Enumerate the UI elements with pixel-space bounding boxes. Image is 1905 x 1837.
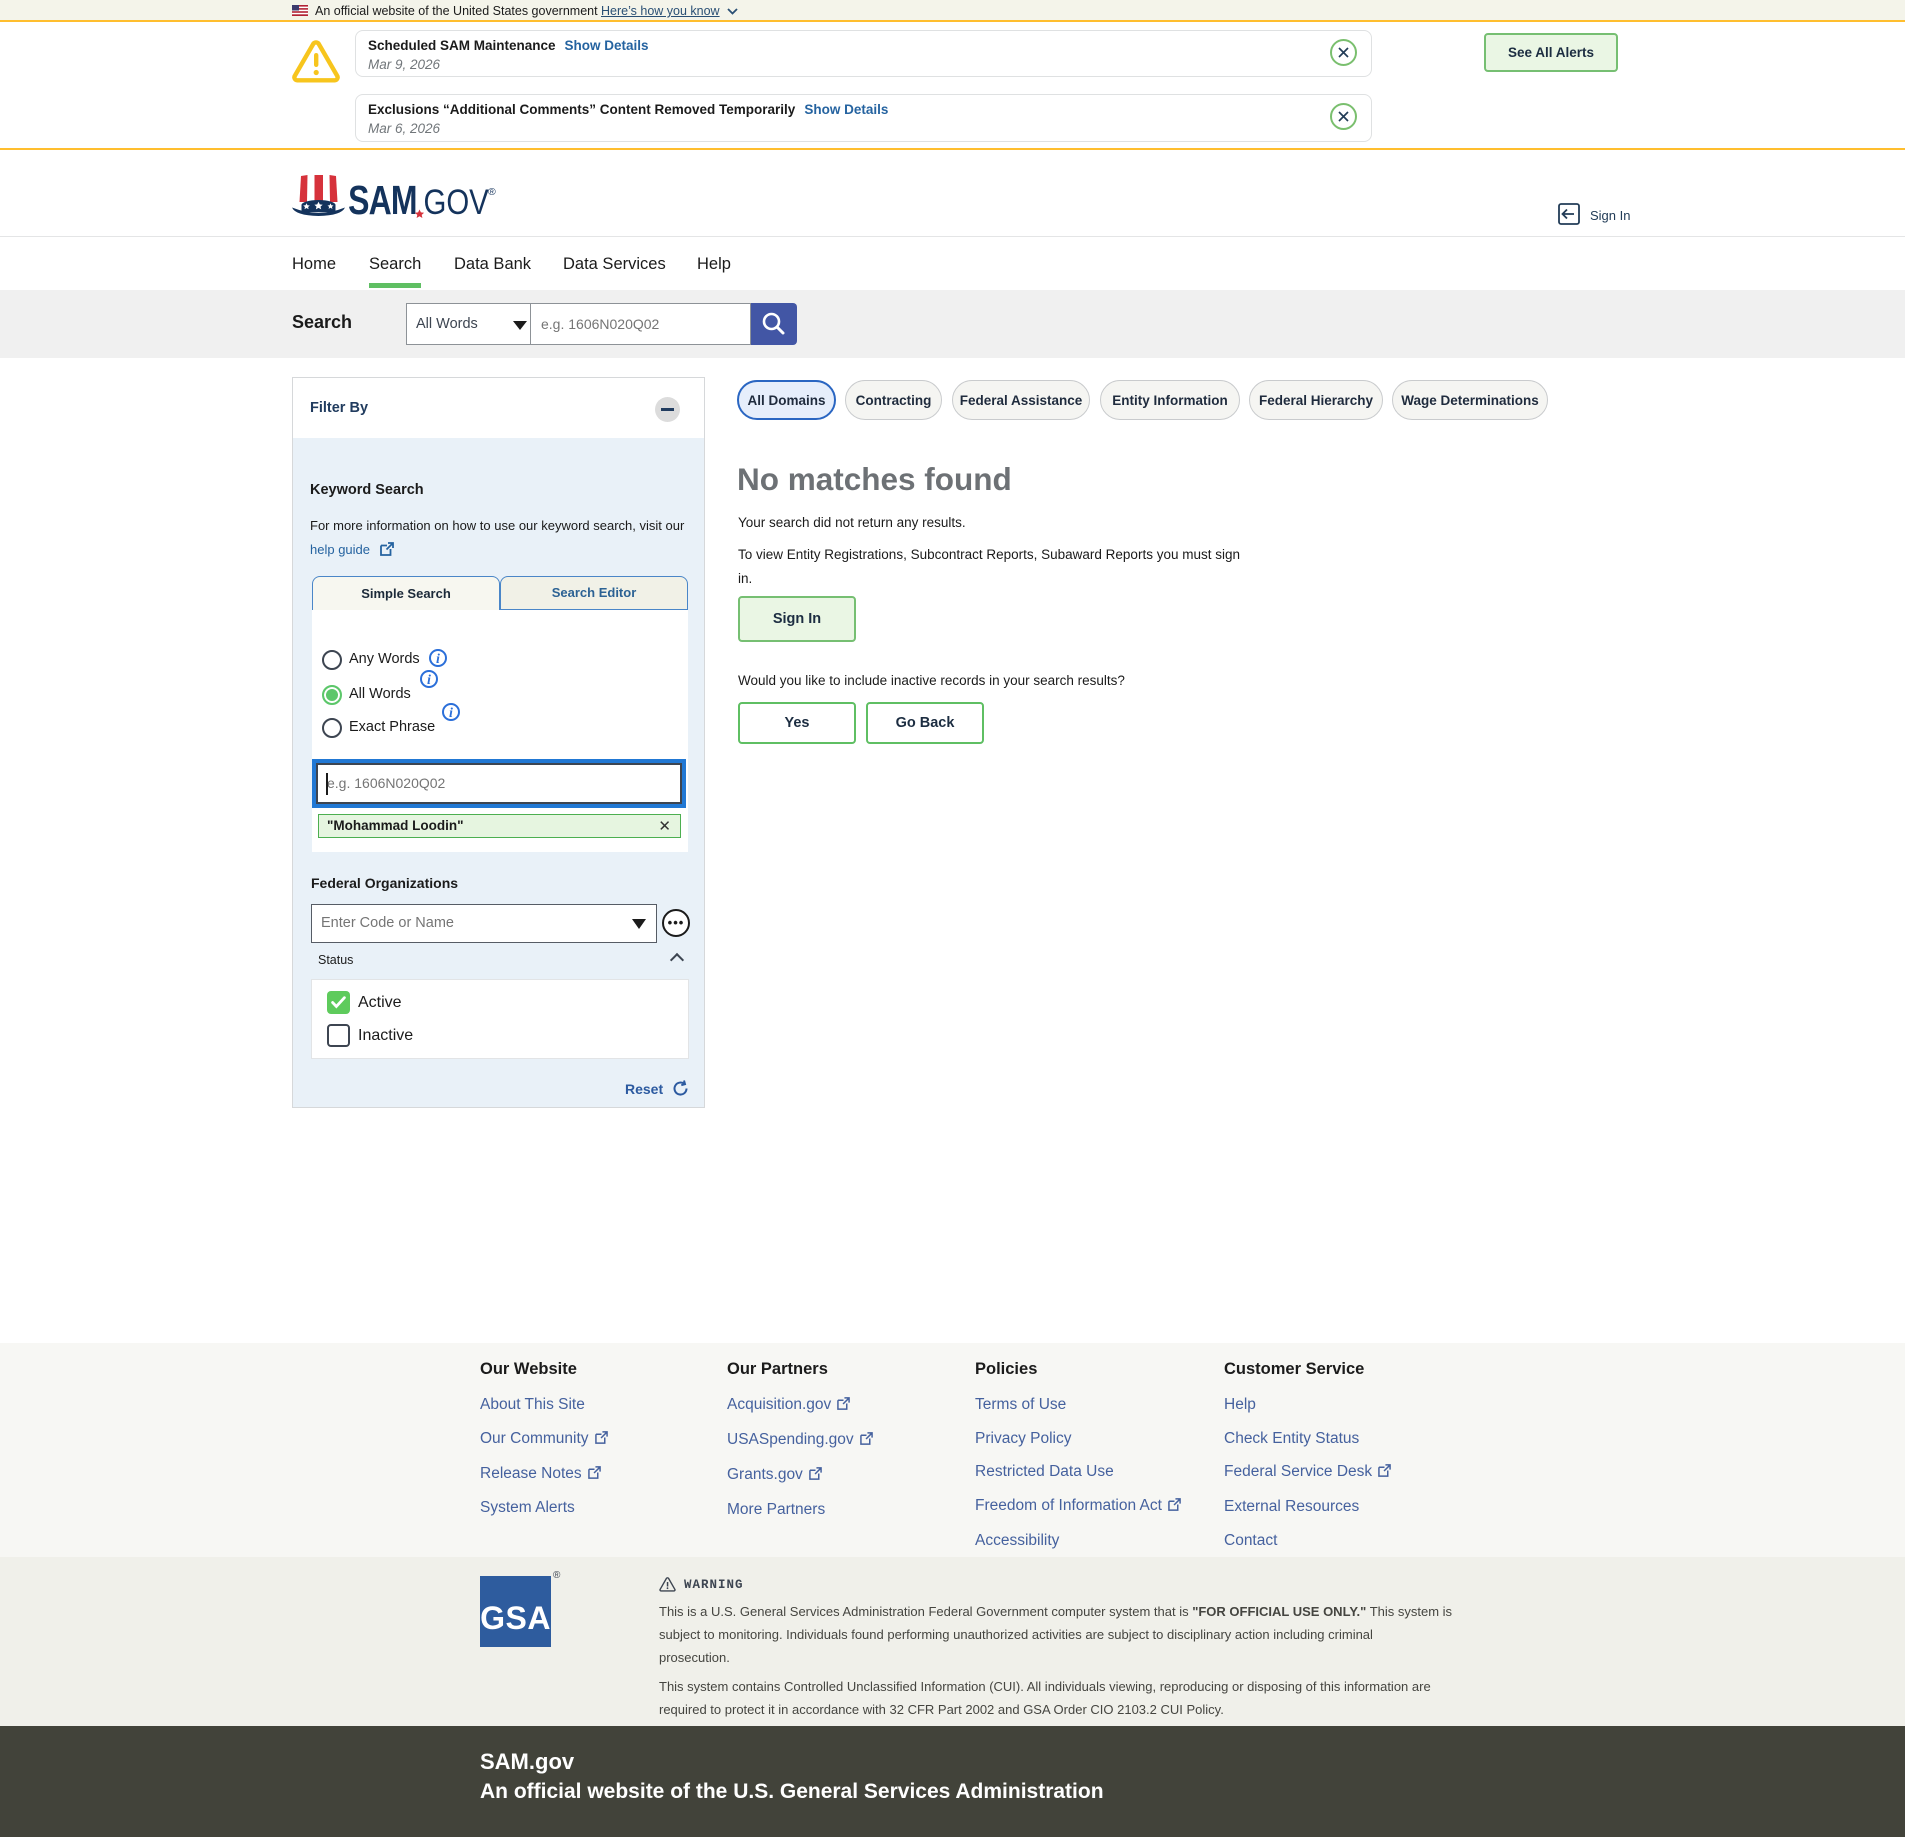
- svg-text:SAM: SAM: [348, 177, 417, 221]
- svg-text:®: ®: [488, 186, 496, 198]
- svg-text:GOV: GOV: [423, 183, 489, 221]
